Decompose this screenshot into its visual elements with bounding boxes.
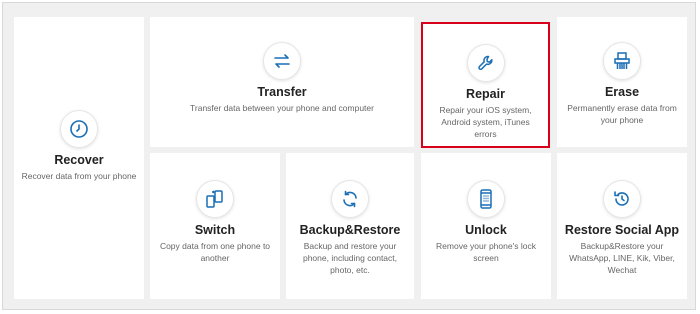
phone-keypad-icon [480,189,492,209]
unlock-desc: Remove your phone's lock screen [436,241,536,263]
wrench-icon-wrap [466,44,505,82]
phone-switch-icon [206,190,223,208]
sync-icon [343,190,357,208]
transfer-card[interactable]: Transfer Transfer data between your phon… [150,17,414,147]
backup-card[interactable]: Backup&Restore Backup and restore your p… [286,153,414,299]
repair-card[interactable]: Repair Repair your iOS system, Android s… [421,22,550,148]
repair-desc: Repair your iOS system, Android system, … [439,105,532,139]
switch-card[interactable]: Switch Copy data from one phone to anoth… [150,153,280,299]
phone-keypad-icon-wrap [467,180,505,218]
switch-desc: Copy data from one phone to another [159,241,271,263]
unlock-card[interactable]: Unlock Remove your phone's lock screen [421,153,551,299]
recover-desc: Recover data from your phone [21,171,137,181]
erase-card[interactable]: Erase Permanently erase data from your p… [557,17,687,147]
social-desc: Backup&Restore your WhatsApp, LINE, Kik,… [569,241,675,275]
social-title: Restore Social App [564,223,680,237]
backup-title: Backup&Restore [299,223,401,237]
erase-desc: Permanently erase data from your phone [567,103,677,125]
transfer-arrows-icon [274,54,290,68]
transfer-desc: Transfer data between your phone and com… [190,103,374,113]
transfer-icon-wrap [263,42,301,80]
wrench-icon [477,55,493,70]
switch-title: Switch [194,223,236,237]
recover-title: Recover [54,153,104,167]
shredder-icon [614,52,630,69]
recover-card[interactable]: Recover Recover data from your phone [14,17,144,299]
transfer-title: Transfer [257,85,307,99]
repair-title: Repair [466,87,505,101]
shredder-icon-wrap [603,42,641,80]
sync-icon-wrap [331,180,369,218]
restore-arrow-icon [614,191,629,206]
restore-arrow-icon-wrap [603,180,641,218]
erase-title: Erase [604,85,640,99]
tool-panel: Recover Recover data from your phone Tra… [2,2,696,310]
social-card[interactable]: Restore Social App Backup&Restore your W… [557,153,687,299]
clock-icon [70,120,88,138]
phone-switch-icon-wrap [196,180,234,218]
unlock-title: Unlock [465,223,507,237]
clock-icon-wrap [60,110,98,148]
backup-desc: Backup and restore your phone, including… [302,241,398,275]
